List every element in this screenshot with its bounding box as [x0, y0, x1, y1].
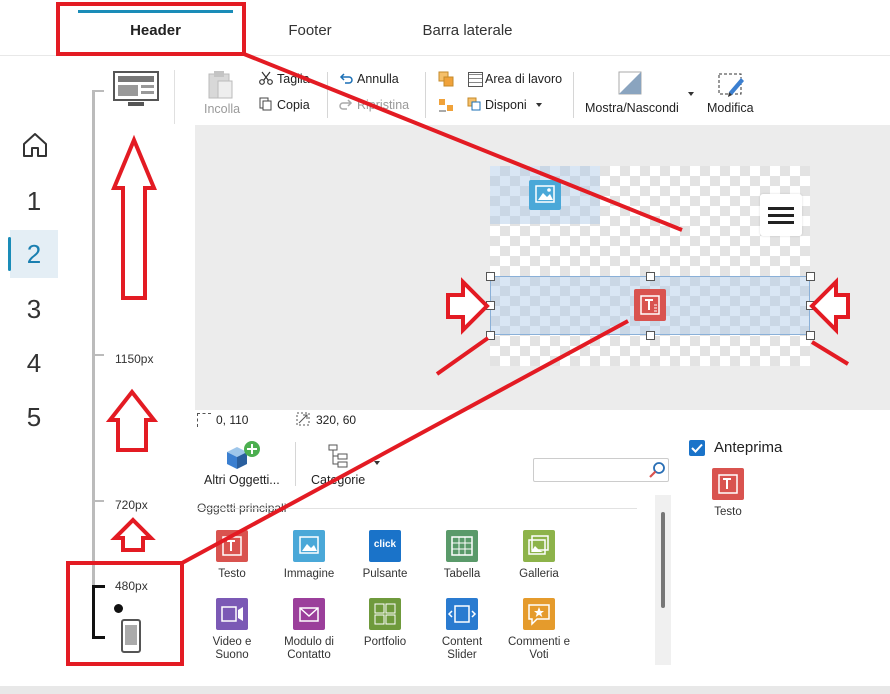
annotation-arrow-up — [111, 134, 157, 300]
annotation-arrow-up — [105, 388, 159, 452]
annotation-line — [810, 340, 850, 366]
annotation-box-header-tab — [56, 2, 246, 56]
annotation-arrow-up — [110, 517, 156, 552]
annotation-line — [435, 336, 490, 376]
annotation-box-480px — [66, 561, 184, 666]
annotation-arrow-left — [809, 277, 850, 335]
annotation-line — [181, 319, 629, 565]
annotation-overlay — [56, 2, 850, 666]
annotation-arrow-right — [446, 277, 490, 335]
annotation-line — [243, 52, 683, 232]
